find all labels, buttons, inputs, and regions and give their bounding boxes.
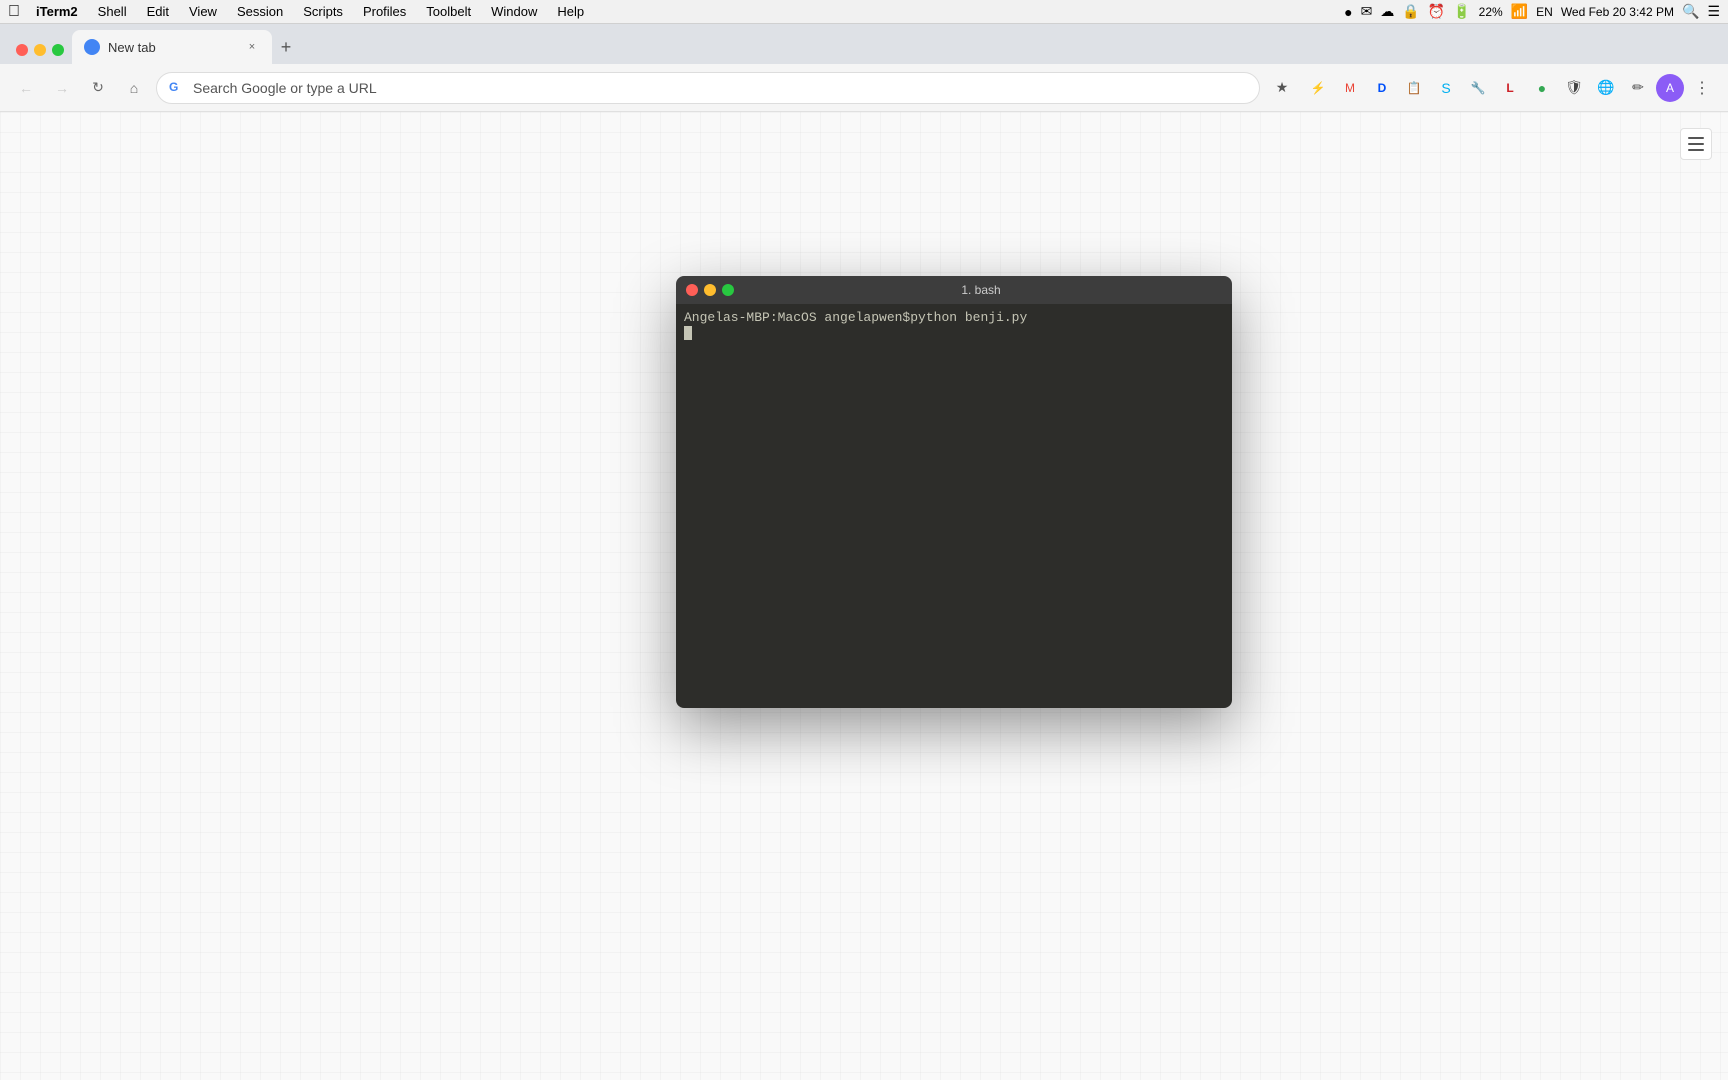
- hamburger-line-2: [1688, 143, 1704, 145]
- siri-icon[interactable]: ●: [1344, 4, 1352, 20]
- gmail-icon[interactable]: M: [1336, 74, 1364, 102]
- amp-icon[interactable]: ⚡: [1304, 74, 1332, 102]
- clock-icon[interactable]: ⏰: [1428, 3, 1445, 20]
- terminal-window[interactable]: 1. bash Angelas-MBP:MacOS angelapwen$ py…: [676, 276, 1232, 708]
- forward-button[interactable]: →: [48, 74, 76, 102]
- address-text: Search Google or type a URL: [193, 80, 377, 96]
- terminal-body[interactable]: Angelas-MBP:MacOS angelapwen$ python ben…: [676, 304, 1232, 708]
- terminal-maximize-button[interactable]: [722, 284, 734, 296]
- battery-level: 22%: [1479, 5, 1503, 19]
- extension-icon-6[interactable]: ✏: [1624, 74, 1652, 102]
- hamburger-line-3: [1688, 149, 1704, 151]
- window-minimize-button[interactable]: [34, 44, 46, 56]
- battery-icon[interactable]: 🔋: [1453, 3, 1470, 20]
- extension-icon-4[interactable]: 🛡: [1560, 74, 1588, 102]
- reload-button[interactable]: ↻: [84, 74, 112, 102]
- extension-icon-5[interactable]: 🌐: [1592, 74, 1620, 102]
- window-close-button[interactable]: [16, 44, 28, 56]
- chrome-window: New tab × + ← → ↻ ⌂ G Search Google or t…: [0, 24, 1728, 1080]
- address-input[interactable]: G Search Google or type a URL: [156, 72, 1260, 104]
- home-button[interactable]: ⌂: [120, 74, 148, 102]
- extension-icon-1[interactable]: 📋: [1400, 74, 1428, 102]
- wifi-icon[interactable]: 📶: [1511, 3, 1528, 20]
- hamburger-line-1: [1688, 137, 1704, 139]
- terminal-prompt-line: Angelas-MBP:MacOS angelapwen$ python ben…: [684, 310, 1224, 325]
- menubar-app-name[interactable]: iTerm2: [28, 2, 86, 21]
- terminal-titlebar: 1. bash: [676, 276, 1232, 304]
- menubar-view[interactable]: View: [181, 2, 225, 21]
- menubar-edit[interactable]: Edit: [139, 2, 177, 21]
- tab-bar: New tab × +: [0, 24, 1728, 64]
- cloudup-icon[interactable]: ☁: [1380, 3, 1394, 20]
- tab-favicon: [84, 39, 100, 55]
- settings-menu-button[interactable]: [1680, 128, 1712, 160]
- main-content[interactable]: + Click here to start 1. bash Angelas-MB…: [0, 112, 1728, 1080]
- toolbar-extensions: ⚡ M D 📋 S 🔧 L ● 🛡 🌐 ✏ A ⋮: [1304, 74, 1716, 102]
- extension-icon-3[interactable]: ●: [1528, 74, 1556, 102]
- menubar-help[interactable]: Help: [549, 2, 592, 21]
- window-maximize-button[interactable]: [52, 44, 64, 56]
- back-button[interactable]: ←: [12, 74, 40, 102]
- terminal-host: Angelas-MBP:MacOS angelapwen$: [684, 310, 910, 325]
- vpn-icon[interactable]: 🔒: [1402, 3, 1419, 20]
- apple-menu[interactable]: : [8, 3, 20, 21]
- terminal-cursor-line: [684, 325, 1224, 340]
- profile-button[interactable]: A: [1656, 74, 1684, 102]
- language-icon[interactable]: EN: [1536, 5, 1553, 19]
- menubar-toolbelt[interactable]: Toolbelt: [418, 2, 479, 21]
- menubar-shell[interactable]: Shell: [90, 2, 135, 21]
- google-favicon-icon: [86, 41, 98, 53]
- terminal-command: python benji.py: [910, 310, 1027, 325]
- search-icon[interactable]: 🔍: [1682, 3, 1699, 20]
- menubar:  iTerm2 Shell Edit View Session Scripts…: [0, 0, 1728, 24]
- google-icon: G: [169, 80, 185, 96]
- lastpass-icon[interactable]: L: [1496, 74, 1524, 102]
- menubar-right: ● ✉ ☁ 🔒 ⏰ 🔋 22% 📶 EN Wed Feb 20 3:42 PM …: [1344, 3, 1720, 20]
- terminal-minimize-button[interactable]: [704, 284, 716, 296]
- terminal-cursor: [684, 326, 692, 340]
- extension-icon-2[interactable]: 🔧: [1464, 74, 1492, 102]
- menubar-scripts[interactable]: Scripts: [295, 2, 351, 21]
- tab-close-button[interactable]: ×: [244, 39, 260, 55]
- menubar-session[interactable]: Session: [229, 2, 291, 21]
- control-center-icon[interactable]: ☰: [1707, 3, 1720, 20]
- chrome-menu-button[interactable]: ⋮: [1688, 74, 1716, 102]
- terminal-close-button[interactable]: [686, 284, 698, 296]
- dashlane-icon[interactable]: D: [1368, 74, 1396, 102]
- new-tab-button[interactable]: +: [272, 33, 300, 61]
- window-controls: [8, 44, 72, 64]
- terminal-title: 1. bash: [740, 283, 1222, 297]
- address-bar: ← → ↻ ⌂ G Search Google or type a URL ★ …: [0, 64, 1728, 112]
- menubar-profiles[interactable]: Profiles: [355, 2, 414, 21]
- datetime[interactable]: Wed Feb 20 3:42 PM: [1561, 5, 1674, 19]
- bookmark-button[interactable]: ★: [1268, 74, 1296, 102]
- tab-label: New tab: [108, 40, 236, 55]
- wechat-icon[interactable]: ✉: [1361, 3, 1373, 20]
- skype-icon[interactable]: S: [1432, 74, 1460, 102]
- menubar-window[interactable]: Window: [483, 2, 545, 21]
- browser-tab[interactable]: New tab ×: [72, 30, 272, 64]
